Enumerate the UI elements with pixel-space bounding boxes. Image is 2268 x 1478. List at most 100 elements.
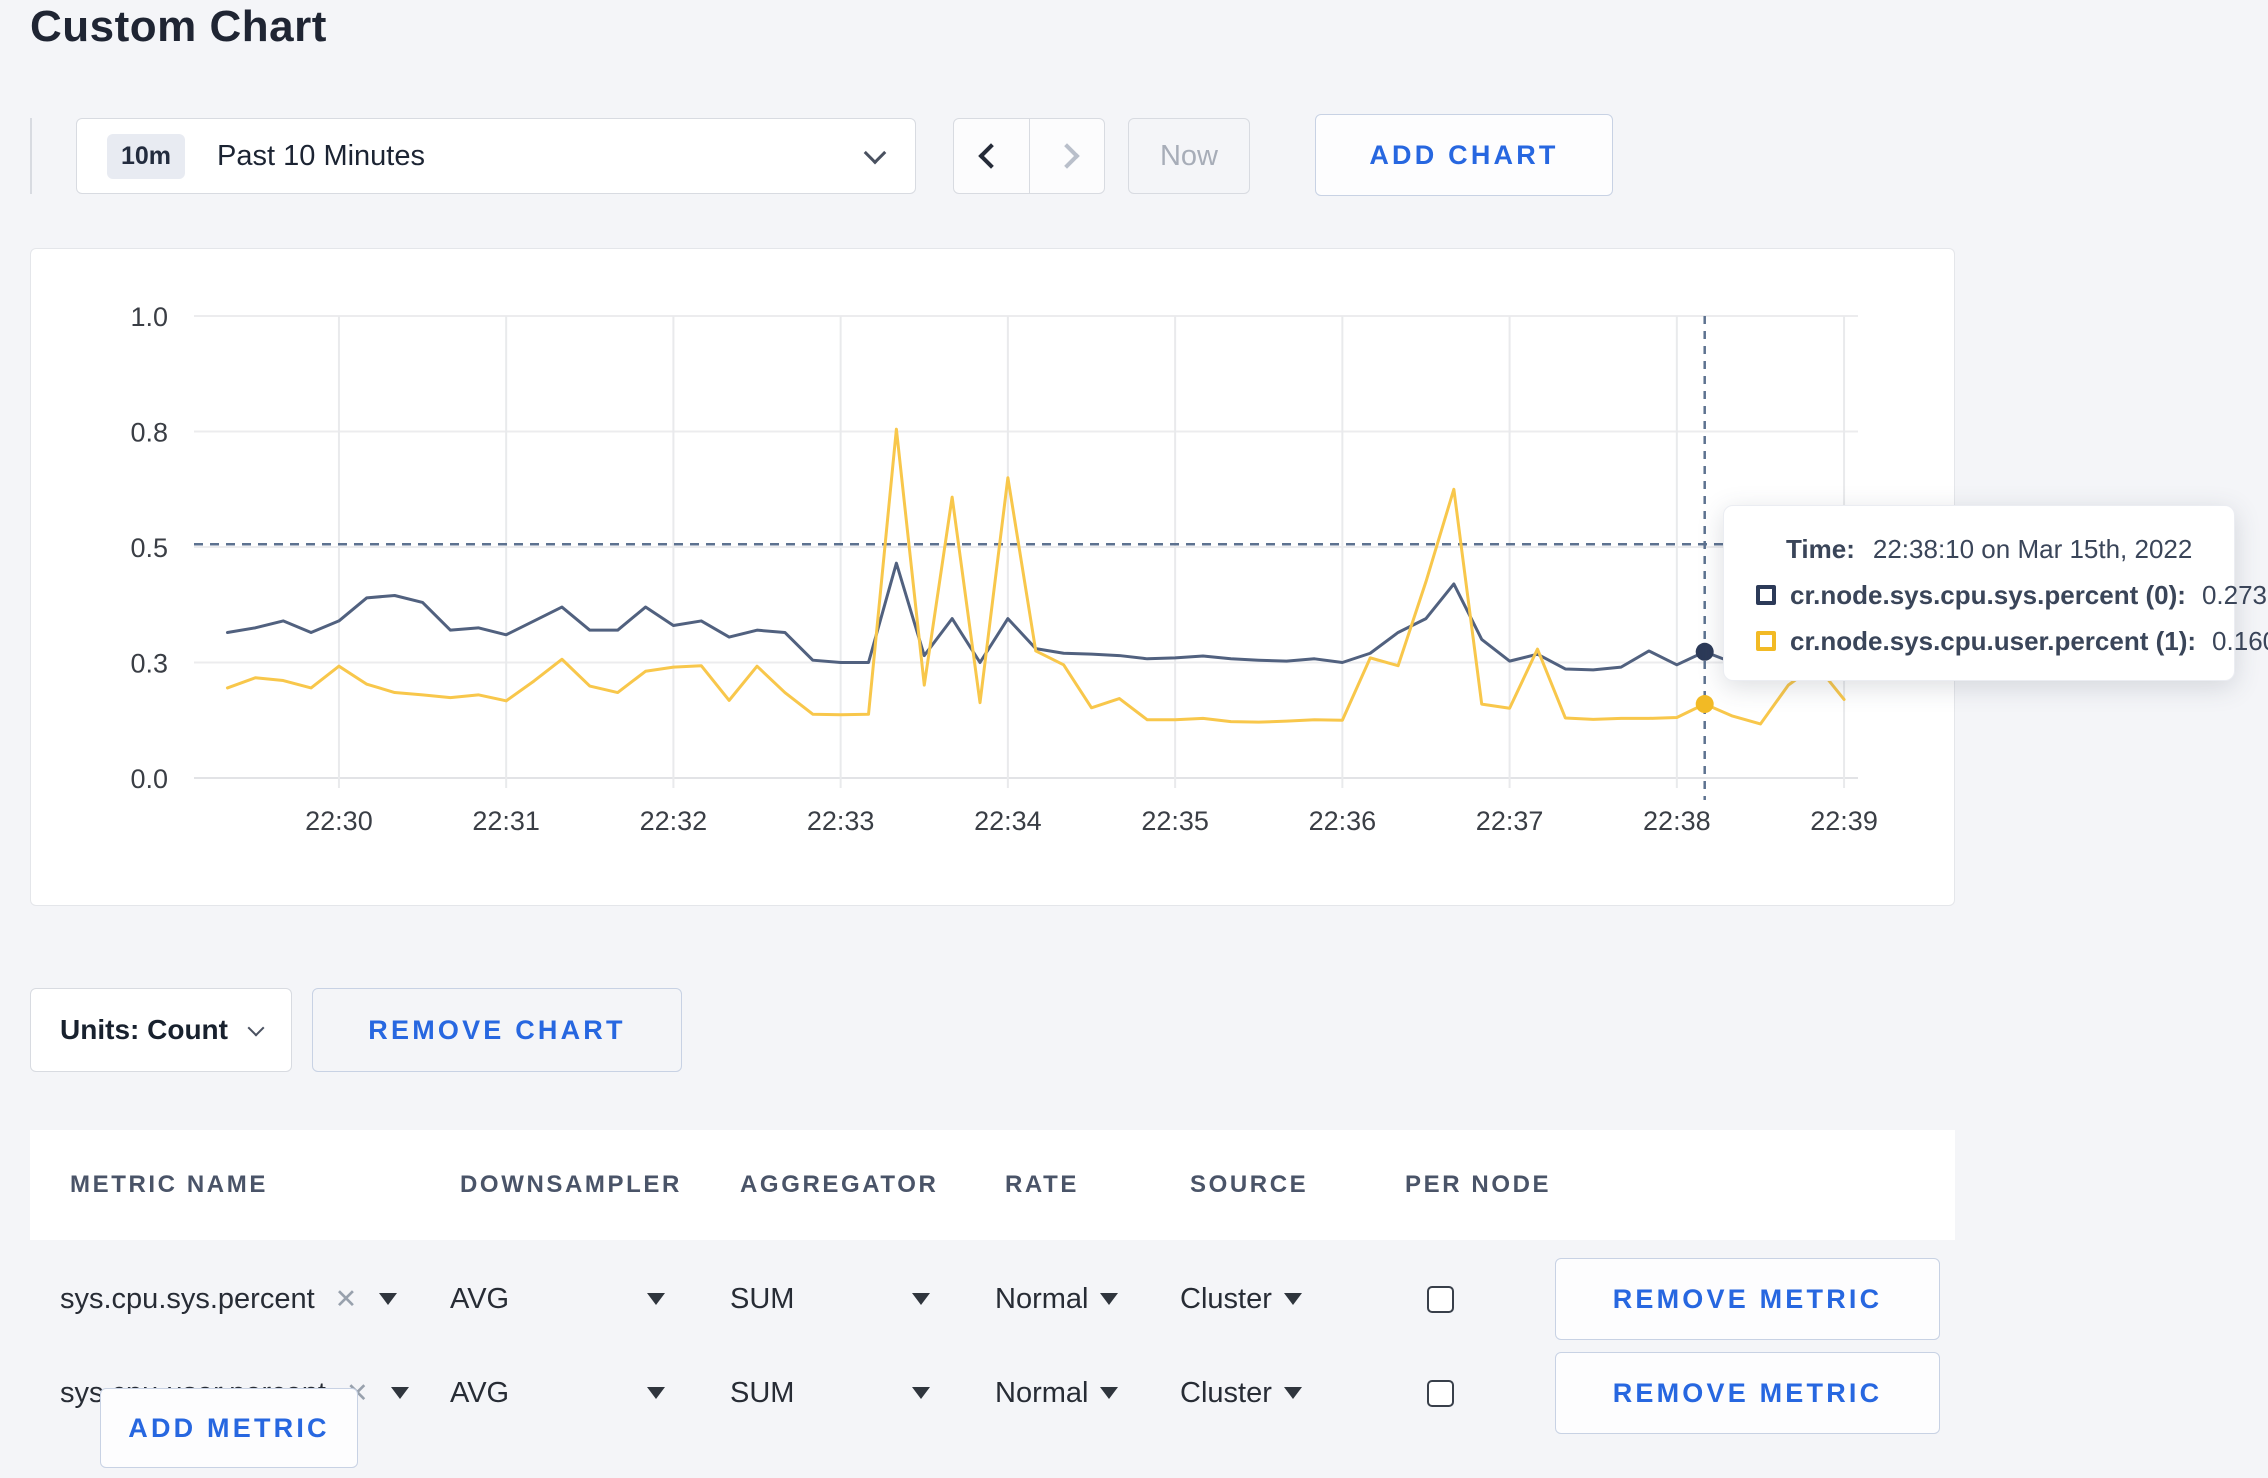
aggregator-value: SUM [730, 1376, 795, 1409]
time-range-dropdown[interactable]: 10m Past 10 Minutes [76, 118, 916, 194]
per-node-cell [1395, 1379, 1555, 1407]
remove-metric-button[interactable]: REMOVE METRIC [1555, 1352, 1940, 1434]
tooltip-time-value: 22:38:10 on Mar 15th, 2022 [1872, 533, 2193, 564]
svg-text:22:38: 22:38 [1643, 806, 1711, 836]
time-range-badge: 10m [107, 133, 186, 179]
svg-text:22:37: 22:37 [1476, 806, 1544, 836]
downsampler-select[interactable]: AVG [450, 1377, 665, 1410]
chart-card: 0.0 0.3 0.5 0.8 1.0 22:30 22:31 22:32 22:33 22:34… [30, 248, 1955, 906]
rate-value: Normal [995, 1376, 1089, 1409]
downsampler-cell: AVG [450, 1377, 730, 1410]
units-label: Units: Count [60, 1014, 228, 1045]
source-cell: Cluster [1180, 1283, 1395, 1316]
tooltip-metric-value: 0.1601 [2212, 625, 2268, 656]
aggregator-cell: SUM [730, 1377, 995, 1410]
downsampler-value: AVG [450, 1376, 510, 1409]
header-metric-name: METRIC NAME [70, 1171, 268, 1198]
per-node-cell [1395, 1285, 1555, 1313]
custom-chart-page: Custom Chart 10m Past 10 Minutes Now ADD… [0, 0, 2268, 1478]
svg-text:0.5: 0.5 [130, 533, 168, 563]
header-rate: RATE [1005, 1171, 1079, 1198]
caret-down-icon[interactable] [390, 1387, 409, 1399]
rate-cell: Normal [995, 1283, 1180, 1316]
caret-down-icon[interactable] [379, 1293, 398, 1305]
metric-name-cell[interactable]: sys.cpu.sys.percent ✕ [60, 1283, 450, 1316]
header-downsampler: DOWNSAMPLER [460, 1171, 682, 1198]
metric-name-value: sys.cpu.sys.percent [60, 1282, 315, 1315]
svg-text:22:33: 22:33 [807, 806, 875, 836]
per-node-checkbox[interactable] [1427, 1285, 1454, 1313]
downsampler-select[interactable]: AVG [450, 1283, 665, 1316]
chevron-down-icon [863, 141, 887, 165]
caret-down-icon [647, 1293, 665, 1305]
source-select[interactable]: Cluster [1180, 1283, 1302, 1316]
tooltip-series-row: cr.node.sys.cpu.sys.percent (0): 0.2732 [1756, 572, 2268, 618]
caret-down-icon [1100, 1387, 1119, 1399]
actions-cell: REMOVE METRIC [1555, 1258, 1955, 1340]
time-step-buttons [953, 118, 1105, 194]
prev-time-button[interactable] [954, 119, 1030, 193]
tooltip-time-label: Time: [1786, 533, 1855, 564]
rate-value: Normal [995, 1282, 1089, 1315]
sys-percent-swatch-icon [1756, 585, 1776, 605]
aggregator-value: SUM [730, 1282, 795, 1315]
caret-down-icon [1283, 1293, 1302, 1305]
source-cell: Cluster [1180, 1377, 1395, 1410]
add-metric-button[interactable]: ADD METRIC [100, 1388, 358, 1468]
tooltip-series-row: cr.node.sys.cpu.user.percent (1): 0.1601 [1756, 618, 2268, 664]
svg-text:22:36: 22:36 [1309, 806, 1377, 836]
tooltip-metric-label: cr.node.sys.cpu.user.percent (1): [1790, 625, 2197, 656]
tooltip-metric-value: 0.2732 [2201, 579, 2268, 610]
svg-text:22:34: 22:34 [974, 806, 1042, 836]
svg-text:22:32: 22:32 [640, 806, 708, 836]
aggregator-select[interactable]: SUM [730, 1377, 930, 1410]
header-per-node: PER NODE [1405, 1171, 1552, 1198]
source-select[interactable]: Cluster [1180, 1377, 1302, 1410]
rate-select[interactable]: Normal [995, 1282, 1119, 1316]
remove-metric-button[interactable]: REMOVE METRIC [1555, 1258, 1940, 1340]
aggregator-cell: SUM [730, 1283, 995, 1316]
svg-text:22:35: 22:35 [1141, 806, 1209, 836]
chevron-left-icon [978, 143, 1004, 169]
svg-text:0.0: 0.0 [130, 764, 168, 794]
chart-tooltip: Time: 22:38:10 on Mar 15th, 2022 cr.node… [1723, 505, 2268, 681]
metrics-table-header: METRIC NAME DOWNSAMPLER AGGREGATOR RATE … [30, 1130, 1955, 1240]
chevron-down-icon [247, 1019, 265, 1037]
cpu-percent-chart[interactable]: 0.0 0.3 0.5 0.8 1.0 22:30 22:31 22:32 22:33 22:34… [31, 249, 1954, 905]
tooltip-time-row: Time: 22:38:10 on Mar 15th, 2022 [1756, 526, 2234, 572]
toolbar-divider [30, 118, 32, 194]
header-source: SOURCE [1190, 1171, 1309, 1198]
svg-text:22:39: 22:39 [1810, 806, 1878, 836]
caret-down-icon [912, 1293, 930, 1305]
per-node-checkbox[interactable] [1427, 1379, 1454, 1407]
caret-down-icon [647, 1387, 665, 1399]
downsampler-value: AVG [450, 1282, 510, 1315]
now-button[interactable]: Now [1128, 118, 1250, 194]
svg-text:0.3: 0.3 [130, 649, 168, 679]
header-aggregator: AGGREGATOR [740, 1171, 939, 1198]
tooltip-metric-label: cr.node.sys.cpu.sys.percent (0): [1790, 579, 2186, 610]
user-percent-swatch-icon [1756, 631, 1776, 651]
caret-down-icon [912, 1387, 930, 1399]
source-value: Cluster [1180, 1282, 1272, 1315]
add-chart-button[interactable]: ADD CHART [1315, 114, 1613, 196]
caret-down-icon [1283, 1387, 1302, 1399]
svg-text:22:31: 22:31 [472, 806, 540, 836]
caret-down-icon [1100, 1293, 1119, 1305]
remove-chart-button[interactable]: REMOVE CHART [312, 988, 682, 1072]
svg-text:22:30: 22:30 [305, 806, 373, 836]
units-dropdown[interactable]: Units: Count [30, 988, 292, 1072]
rate-select[interactable]: Normal [995, 1376, 1119, 1410]
clear-metric-icon[interactable]: ✕ [335, 1284, 358, 1315]
aggregator-select[interactable]: SUM [730, 1283, 930, 1316]
page-title: Custom Chart [30, 2, 327, 51]
source-value: Cluster [1180, 1376, 1272, 1409]
downsampler-cell: AVG [450, 1283, 730, 1316]
chevron-right-icon [1054, 143, 1080, 169]
next-time-button[interactable] [1030, 119, 1105, 193]
rate-cell: Normal [995, 1377, 1180, 1410]
svg-text:1.0: 1.0 [130, 302, 168, 332]
metric-row: sys.cpu.sys.percent ✕ AVG SUM Normal Clu… [30, 1258, 1955, 1340]
svg-text:0.8: 0.8 [130, 418, 168, 448]
time-range-label: Past 10 Minutes [217, 139, 425, 172]
